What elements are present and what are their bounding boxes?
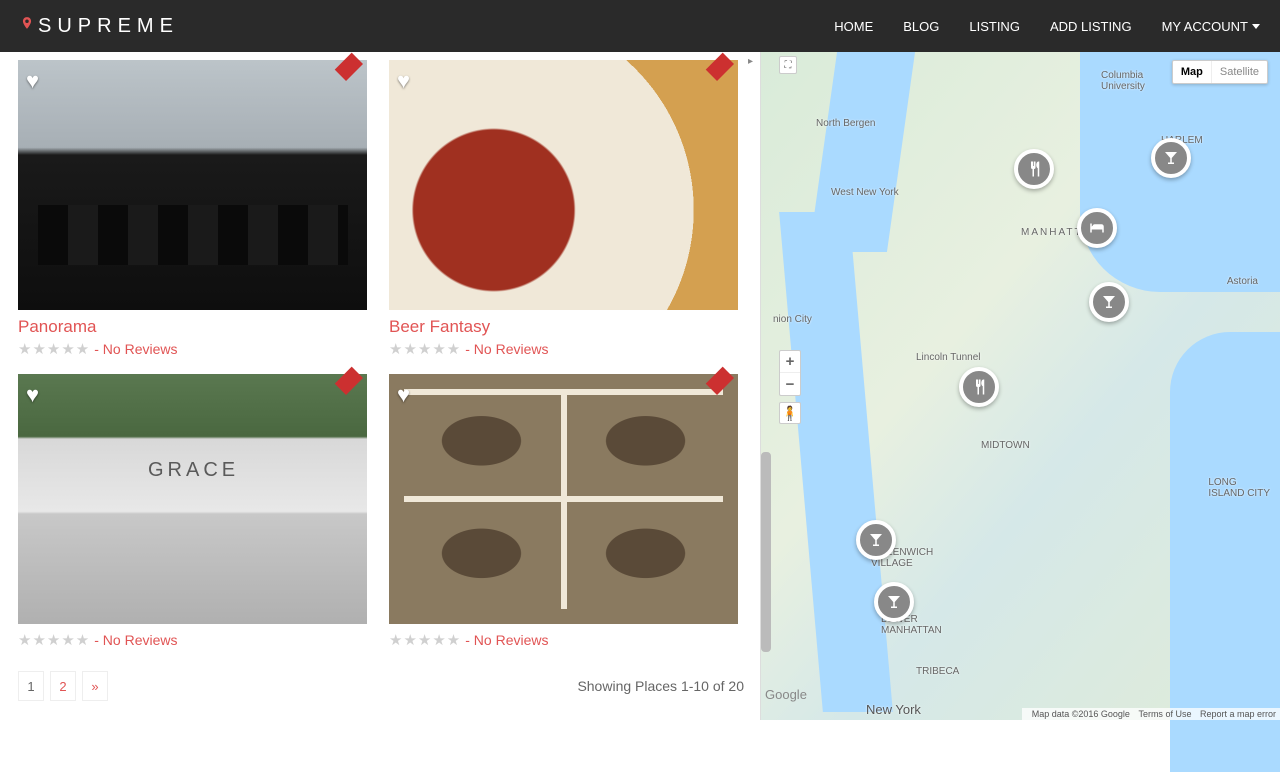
listing-card[interactable]: ♥ ★★★★★ - No Reviews [18,374,373,649]
map-label: Columbia University [1101,70,1145,92]
ribbon-icon [706,367,734,395]
map-pin-cocktail[interactable] [856,520,896,560]
nav-my-account[interactable]: MY ACCOUNT [1162,19,1260,34]
street-view-button[interactable]: 🧍 [779,402,801,424]
google-logo: Google [765,687,807,702]
map-label: LONG ISLAND CITY [1208,477,1270,499]
listings-panel: ♥ Panorama ★★★★★ - No Reviews ♥ Beer Fan… [0,52,760,720]
star-rating: ★★★★★ [389,340,461,358]
map-type-toggle: Map Satellite [1172,60,1268,84]
header: SUPREME HOME BLOG LISTING ADD LISTING MY… [0,0,1280,52]
nav-listing[interactable]: LISTING [969,19,1020,34]
listing-image: ♥ [389,374,738,624]
map-panel[interactable]: ▸ North Bergen West New York nion City M… [760,52,1280,720]
ribbon-icon [335,53,363,81]
map-pin-hotel[interactable] [1077,208,1117,248]
listing-card[interactable]: ♥ Panorama ★★★★★ - No Reviews [18,60,373,358]
page-1[interactable]: 1 [18,671,44,701]
map-pin-restaurant[interactable] [1014,149,1054,189]
map-attribution: Map data ©2016 Google Terms of Use Repor… [1022,708,1280,720]
heart-icon[interactable]: ♥ [397,382,410,408]
map-label: Lincoln Tunnel [916,352,981,363]
star-rating: ★★★★★ [18,340,90,358]
nav-home[interactable]: HOME [834,19,873,34]
map-label: nion City [773,314,812,325]
ribbon-icon [706,53,734,81]
chevron-down-icon [1252,24,1260,29]
map-type-satellite[interactable]: Satellite [1212,61,1267,83]
nav: HOME BLOG LISTING ADD LISTING MY ACCOUNT [834,19,1260,34]
map-type-map[interactable]: Map [1173,61,1212,83]
nav-blog[interactable]: BLOG [903,19,939,34]
no-reviews: - No Reviews [465,632,548,648]
nav-add-listing[interactable]: ADD LISTING [1050,19,1132,34]
map-pin-cocktail[interactable] [1151,138,1191,178]
map-pin-cocktail[interactable] [1089,282,1129,322]
listing-image: ♥ [389,60,738,310]
heart-icon[interactable]: ♥ [397,68,410,94]
zoom-out-button[interactable]: − [780,373,800,395]
ribbon-icon [335,367,363,395]
no-reviews: - No Reviews [94,632,177,648]
collapse-icon[interactable]: ▸ [748,56,758,70]
listing-image: ♥ [18,60,367,310]
heart-icon[interactable]: ♥ [26,68,39,94]
map-terms[interactable]: Terms of Use [1138,709,1191,719]
map-report[interactable]: Report a map error [1200,709,1276,719]
map-data: Map data ©2016 Google [1032,709,1130,719]
logo[interactable]: SUPREME [20,14,179,38]
star-rating: ★★★★★ [389,631,461,649]
map-label: Astoria [1227,276,1258,287]
pagination: 1 2 » [18,671,108,701]
listing-card[interactable]: ♥ Beer Fantasy ★★★★★ - No Reviews [389,60,744,358]
no-reviews: - No Reviews [465,341,548,357]
map-pin-restaurant[interactable] [959,367,999,407]
nav-account-label: MY ACCOUNT [1162,19,1248,34]
page-2[interactable]: 2 [50,671,76,701]
zoom-controls: + − [779,350,801,396]
logo-text: SUPREME [38,15,179,38]
zoom-in-button[interactable]: + [780,351,800,373]
heart-icon[interactable]: ♥ [26,382,39,408]
fullscreen-button[interactable]: ⛶ [779,56,797,74]
listing-title[interactable]: Panorama [18,317,373,337]
no-reviews: - No Reviews [94,341,177,357]
listing-title[interactable]: Beer Fantasy [389,317,744,337]
map-label: North Bergen [816,118,875,129]
page-next[interactable]: » [82,671,108,701]
map-label: MIDTOWN [981,440,1030,451]
listing-image: ♥ [18,374,367,624]
listing-card[interactable]: ♥ ★★★★★ - No Reviews [389,374,744,649]
results-count: Showing Places 1-10 of 20 [577,678,744,694]
map-label: TRIBECA [916,666,959,677]
map-pin-cocktail[interactable] [874,582,914,622]
map-label: New York [866,702,921,717]
star-rating: ★★★★★ [18,631,90,649]
pin-icon [20,14,34,38]
scrollbar[interactable] [761,52,771,720]
map-label: West New York [831,187,899,198]
